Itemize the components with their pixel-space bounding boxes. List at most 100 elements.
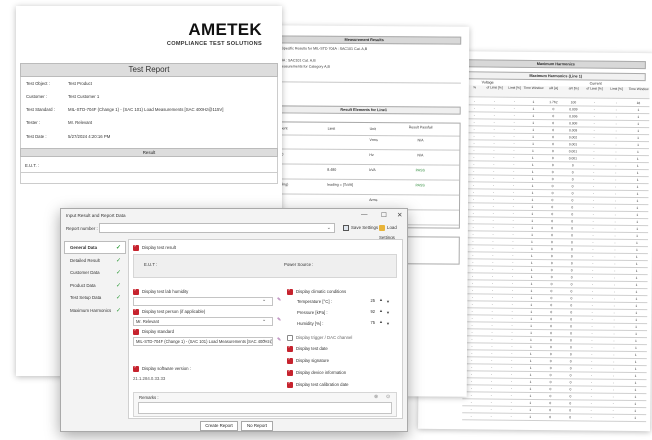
humidity-input[interactable]: 75 [359, 319, 375, 327]
table-cell: 1 [530, 274, 533, 279]
table-cell: - [591, 324, 593, 329]
standard-select[interactable]: MIL-STD-704F (Change 1) - (SAC 101) Load… [133, 337, 273, 346]
create-report-button[interactable]: Create Report [200, 421, 238, 431]
table-cell: - [593, 163, 595, 168]
display-calibration-checkbox[interactable] [287, 380, 293, 388]
clear-icon[interactable]: ⊗ [374, 394, 378, 400]
nav-item[interactable]: Product Data ✓ [64, 279, 126, 292]
nav-item[interactable]: Customer Data ✓ [64, 266, 126, 279]
table-cell: - [593, 177, 595, 182]
measurement-header: Measurement Results [267, 35, 462, 45]
table-cell: - [612, 394, 614, 399]
table-cell: 0 [570, 282, 573, 287]
display-test-date-checkbox[interactable] [287, 344, 293, 352]
display-software-version-checkbox[interactable] [133, 364, 139, 372]
table-cell: 1 [637, 108, 640, 113]
display-lab-humidity-checkbox[interactable] [133, 287, 139, 295]
report-number-select[interactable]: ⌄ [99, 223, 335, 233]
maximize-button[interactable]: ☐ [381, 211, 387, 219]
display-test-result-checkbox[interactable] [133, 243, 139, 251]
table-cell: - [512, 211, 514, 216]
display-calibration-label: Display test calibration date [296, 382, 349, 387]
table-cell: - [613, 352, 615, 357]
table-cell: 1 [634, 416, 637, 421]
remarks-input[interactable] [138, 402, 392, 414]
display-climatic-checkbox[interactable] [287, 287, 293, 295]
table-cell: - [615, 149, 617, 154]
spin-down-icon[interactable]: ▼ [386, 299, 390, 304]
table-cell: 0 [570, 254, 573, 259]
display-device-info-checkbox[interactable] [287, 368, 293, 376]
table-cell: - [614, 247, 616, 252]
table-cell: 0 [551, 205, 554, 210]
display-standard-label: Display standard [142, 329, 175, 334]
table-cell: - [510, 414, 512, 419]
chevron-down-icon[interactable]: ⌄ [262, 337, 266, 343]
spin-down-icon[interactable]: ▼ [386, 310, 390, 315]
table-cell: - [490, 386, 493, 391]
table-cell: 1 [636, 199, 639, 204]
display-signature-checkbox[interactable] [287, 356, 293, 364]
pressure-input[interactable]: 92 [359, 308, 375, 316]
spin-up-icon[interactable]: ▲ [379, 308, 383, 313]
table-cell: 0 [570, 331, 572, 336]
table-cell: 0 [569, 401, 572, 406]
table-cell: 0 [552, 121, 555, 126]
nav-item[interactable]: General Data ✓ [64, 241, 126, 254]
spin-up-icon[interactable]: ▲ [379, 319, 383, 324]
table-cell: 1 [636, 164, 639, 169]
table-cell: - [591, 303, 593, 308]
chevron-down-icon[interactable]: ⌄ [262, 297, 266, 303]
column-header: Unit [369, 127, 376, 132]
table-cell: - [492, 253, 494, 258]
table-cell: - [592, 205, 594, 210]
table-cell: 0 [550, 254, 553, 259]
temperature-input[interactable]: 25 [359, 297, 375, 305]
table-cell: 1 [635, 325, 638, 330]
display-trigger-checkbox[interactable] [287, 335, 293, 341]
table-cell: 0 [549, 380, 552, 385]
save-settings-button[interactable]: Save Settings [343, 223, 378, 233]
lab-humidity-select[interactable] [133, 297, 273, 306]
edit-pencil-icon[interactable]: ✎ [277, 317, 281, 323]
edit-pencil-icon[interactable]: ✎ [277, 337, 281, 343]
table-cell: - [490, 379, 493, 384]
expand-icon[interactable]: ⊙ [386, 394, 390, 400]
table-cell: - [614, 212, 616, 217]
load-settings-button[interactable]: Load Settings [379, 223, 407, 240]
table-cell: 0 [552, 128, 555, 133]
humidity-label: Humidity [%] : [297, 321, 324, 326]
table-cell: 1 [530, 316, 533, 321]
table-cell: Vrms [369, 138, 378, 143]
nav-item[interactable]: Test Setup Data ✓ [64, 291, 126, 304]
table-cell: - [493, 134, 495, 139]
table-cell: - [470, 414, 472, 419]
table-cell: 0 [550, 275, 553, 280]
edit-pencil-icon[interactable]: ✎ [277, 297, 281, 303]
spin-down-icon[interactable]: ▼ [386, 321, 390, 326]
table-cell: - [512, 204, 514, 209]
table-cell: 0 [570, 268, 573, 273]
nav-item[interactable]: Detailed Result ✓ [64, 254, 126, 267]
no-report-button[interactable]: No Report [241, 421, 273, 431]
table-cell: - [513, 176, 515, 181]
close-button[interactable]: ✕ [397, 211, 402, 219]
display-test-result-label: Display test result [142, 245, 176, 250]
table-cell: - [591, 338, 593, 343]
eut-label: E.U.T. : [25, 163, 40, 168]
minimize-button[interactable]: — [361, 211, 368, 218]
chevron-down-icon[interactable]: ⌄ [262, 317, 266, 323]
table-cell: - [492, 190, 495, 195]
display-standard-checkbox[interactable] [133, 327, 139, 335]
table-cell: 8.480 [327, 167, 337, 172]
tester-select[interactable]: Mr. Relevant [133, 317, 273, 326]
table-cell: - [615, 177, 617, 182]
nav-item[interactable]: Maximum Harmonics ✓ [64, 304, 126, 317]
spin-up-icon[interactable]: ▲ [379, 297, 383, 302]
table-cell: - [615, 128, 617, 133]
table-cell: 0.001 [568, 142, 578, 147]
table-cell: 1 [637, 122, 640, 127]
display-tester-checkbox[interactable] [133, 307, 139, 315]
table-cell: - [613, 296, 615, 301]
table-cell: - [491, 330, 493, 335]
